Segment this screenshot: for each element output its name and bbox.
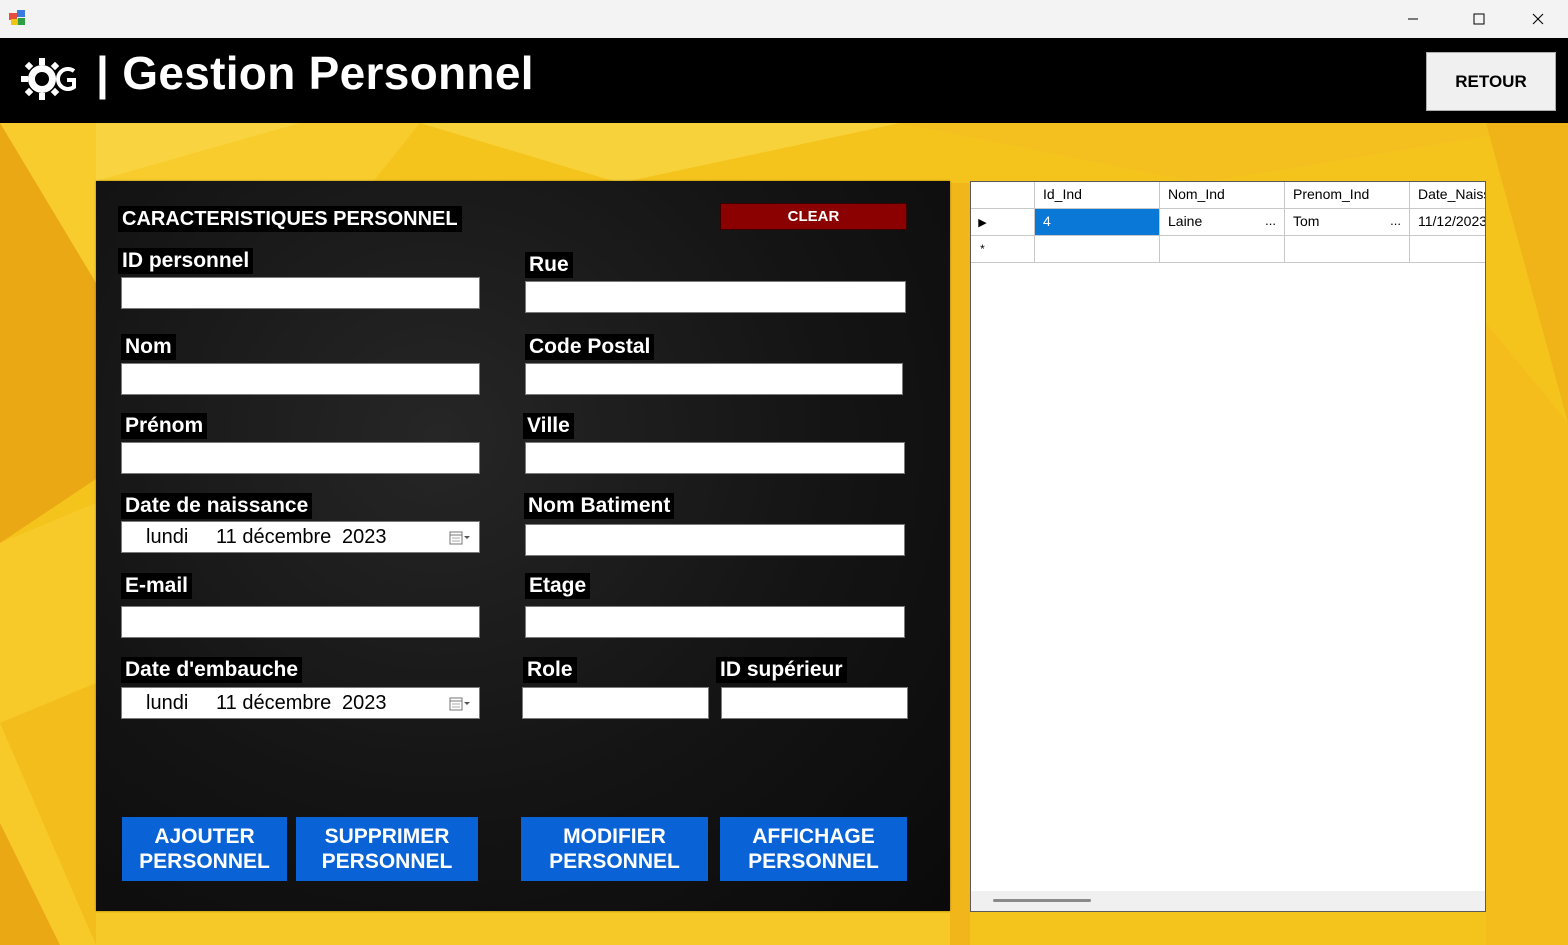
etage-label: Etage (525, 573, 591, 599)
clear-button[interactable]: CLEAR (720, 203, 907, 230)
app-header: | Gestion Personnel RETOUR (0, 38, 1568, 123)
date-naissance-year: 2023 (342, 526, 387, 548)
ajouter-personnel-button[interactable]: AJOUTER PERSONNEL (122, 817, 287, 881)
grid-cell[interactable] (1410, 236, 1485, 263)
grid-column-header[interactable]: Id_Ind (1035, 182, 1160, 209)
supprimer-personnel-button[interactable]: SUPPRIMER PERSONNEL (296, 817, 478, 881)
new-row-icon: * (980, 242, 985, 256)
grid-cell[interactable]: Tom ... (1285, 209, 1410, 236)
id-superieur-input[interactable] (721, 687, 908, 719)
rue-input[interactable] (525, 281, 906, 313)
prenom-label: Prénom (121, 413, 208, 439)
grid-cell[interactable]: 4 (1035, 209, 1160, 236)
grid-corner-header[interactable] (971, 182, 1035, 209)
nom-batiment-input[interactable] (525, 524, 905, 556)
minimize-button[interactable] (1384, 0, 1442, 38)
row-header-current[interactable]: ▶ (971, 209, 1035, 236)
maximize-button[interactable] (1450, 0, 1508, 38)
grid-cell[interactable]: Laine ... (1160, 209, 1285, 236)
calendar-dropdown-icon[interactable] (449, 530, 471, 546)
button-line: MODIFIER (563, 825, 666, 848)
affichage-personnel-button[interactable]: AFFICHAGE PERSONNEL (720, 817, 907, 881)
date-embauche-picker[interactable]: lundi 11 décembre 2023 (121, 687, 480, 719)
grid-column-header[interactable]: Prenom_Ind (1285, 182, 1410, 209)
cell-ellipsis: ... (1265, 213, 1276, 228)
date-naissance-date: 11 décembre (216, 526, 332, 548)
grid-cell[interactable] (1035, 236, 1160, 263)
button-line: AFFICHAGE (752, 825, 875, 848)
row-header-new[interactable]: * (971, 236, 1035, 263)
button-line: PERSONNEL (549, 850, 680, 873)
cell-ellipsis: ... (1390, 213, 1401, 228)
date-embauche-year: 2023 (342, 692, 387, 714)
close-icon (1532, 13, 1544, 25)
app-title: | Gestion Personnel (96, 47, 534, 99)
grid-cell[interactable] (1285, 236, 1410, 263)
back-button[interactable]: RETOUR (1426, 52, 1556, 111)
personnel-data-grid[interactable]: Id_Ind Nom_Ind Prenom_Ind Date_Naiss ▶ 4… (970, 181, 1486, 912)
nom-input[interactable] (121, 363, 480, 395)
code-postal-label: Code Postal (525, 334, 655, 360)
button-line: PERSONNEL (321, 850, 453, 873)
personnel-form-panel: CARACTERISTIQUES PERSONNEL CLEAR ID pers… (96, 181, 950, 911)
email-label: E-mail (121, 573, 193, 599)
date-naissance-picker[interactable]: lundi 11 décembre 2023 (121, 521, 480, 553)
grid-cell-text: Tom (1293, 213, 1320, 229)
scrollbar-thumb[interactable] (993, 899, 1091, 902)
window-titlebar (0, 0, 1568, 39)
grid-cell[interactable]: 11/12/2023 (1410, 209, 1485, 236)
id-superieur-label: ID supérieur (716, 657, 847, 683)
date-naissance-day: lundi (146, 526, 189, 548)
button-line: SUPPRIMER (324, 825, 450, 848)
current-row-icon: ▶ (978, 216, 987, 229)
date-embauche-day: lundi (146, 692, 189, 714)
ville-input[interactable] (525, 442, 905, 474)
code-postal-input[interactable] (525, 363, 903, 395)
minimize-icon (1408, 18, 1418, 20)
id-personnel-input[interactable] (121, 277, 480, 309)
nom-batiment-label: Nom Batiment (524, 493, 675, 519)
modifier-personnel-button[interactable]: MODIFIER PERSONNEL (521, 817, 708, 881)
horizontal-scrollbar[interactable] (971, 891, 1485, 911)
role-label: Role (523, 657, 577, 683)
nom-label: Nom (121, 334, 176, 360)
grid-cell-text: Laine (1168, 213, 1203, 229)
grid-cell[interactable] (1160, 236, 1285, 263)
gear-g-logo-icon (21, 58, 76, 100)
close-button[interactable] (1509, 0, 1567, 38)
prenom-input[interactable] (121, 442, 480, 474)
date-embauche-date: 11 décembre (216, 692, 332, 714)
etage-input[interactable] (525, 606, 905, 638)
role-input[interactable] (522, 687, 709, 719)
date-embauche-label: Date d'embauche (121, 657, 303, 683)
calendar-dropdown-icon[interactable] (449, 696, 471, 712)
ville-label: Ville (523, 413, 574, 439)
button-line: PERSONNEL (139, 850, 270, 873)
button-line: PERSONNEL (748, 850, 879, 873)
maximize-icon (1473, 13, 1485, 25)
grid-column-header[interactable]: Nom_Ind (1160, 182, 1285, 209)
grid-column-header[interactable]: Date_Naiss (1410, 182, 1485, 209)
app-icon (9, 10, 25, 25)
rue-label: Rue (525, 252, 573, 278)
section-title: CARACTERISTIQUES PERSONNEL (118, 206, 462, 232)
button-line: AJOUTER (154, 825, 255, 848)
date-naissance-label: Date de naissance (121, 493, 313, 519)
email-input[interactable] (121, 606, 480, 638)
id-personnel-label: ID personnel (118, 248, 254, 274)
